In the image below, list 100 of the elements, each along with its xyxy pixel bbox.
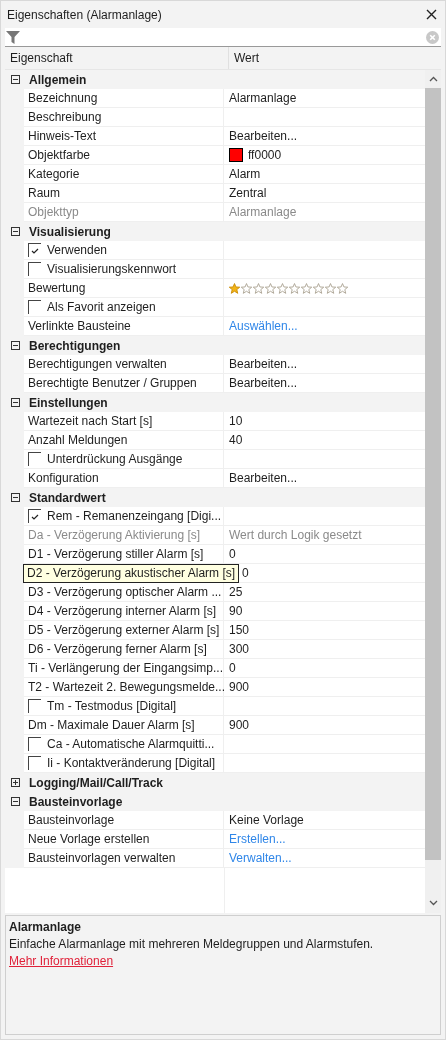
property-label: Neue Vorlage erstellen [28, 832, 150, 846]
property-label: Objektfarbe [28, 148, 91, 162]
window-title: Eigenschaften (Alarmanlage) [7, 7, 162, 22]
property-label: D3 - Verzögerung optischer Alarm ... [28, 585, 222, 599]
property-value: Zentral [229, 186, 267, 200]
property-label: Als Favorit anzeigen [47, 300, 156, 314]
property-label: Dm - Maximale Dauer Alarm [s] [28, 718, 195, 732]
property-value: Bearbeiten... [229, 471, 298, 485]
category-row[interactable]: Visualisierung [5, 222, 425, 241]
property-label: Hinweis-Text [28, 129, 96, 143]
value-cell[interactable] [224, 450, 425, 469]
checkbox[interactable] [28, 737, 41, 751]
value-cell[interactable] [224, 507, 425, 526]
property-value: 0 [229, 547, 236, 561]
value-cell[interactable] [224, 298, 425, 317]
property-label: Berechtigte Benutzer / Gruppen [28, 376, 197, 390]
value-cell[interactable] [224, 735, 425, 754]
value-cell[interactable] [224, 697, 425, 716]
checkbox[interactable] [28, 509, 41, 523]
property-value: 0 [229, 661, 236, 675]
property-label: Bezeichnung [28, 91, 98, 105]
more-info-link[interactable]: Mehr Informationen [9, 954, 114, 968]
rating-stars[interactable] [229, 282, 348, 294]
property-value: Bearbeiten... [229, 129, 298, 143]
scroll-up-icon[interactable] [428, 76, 438, 82]
property-value: 900 [229, 680, 250, 694]
property-label: Da - Verzögerung Aktivierung [s] [28, 528, 201, 542]
collapse-icon[interactable] [11, 398, 20, 407]
property-value: Keine Vorlage [229, 813, 304, 827]
checkbox[interactable] [28, 699, 41, 713]
star-icon[interactable] [337, 282, 348, 294]
checkbox[interactable] [28, 300, 41, 314]
property-label: D1 - Verzögerung stiller Alarm [s] [28, 547, 204, 561]
star-icon[interactable] [241, 282, 252, 294]
property-label: D6 - Verzögerung ferner Alarm [s] [28, 642, 207, 656]
checkbox[interactable] [28, 756, 41, 770]
clear-icon[interactable] [426, 30, 439, 44]
checkbox[interactable] [28, 262, 41, 276]
property-label: Kategorie [28, 167, 80, 181]
value-cell[interactable] [224, 108, 425, 127]
star-icon[interactable] [253, 282, 264, 294]
property-label: Bausteinvorlagen verwalten [28, 851, 176, 865]
property-value: 300 [229, 642, 250, 656]
scroll-down-icon[interactable] [428, 900, 438, 906]
checkbox[interactable] [28, 452, 41, 466]
property-value: 40 [229, 433, 243, 447]
value-cell[interactable] [224, 754, 425, 773]
color-swatch[interactable] [229, 148, 243, 162]
star-icon[interactable] [277, 282, 288, 294]
category-row[interactable]: Bausteinvorlage [5, 792, 425, 811]
close-icon[interactable] [426, 9, 437, 20]
collapse-icon[interactable] [11, 341, 20, 350]
property-label: Tm - Testmodus [Digital] [47, 699, 177, 713]
property-label: Ca - Automatische Alarmquitti... [47, 737, 215, 751]
star-icon[interactable] [313, 282, 324, 294]
tooltip: D2 - Verzögerung akustischer Alarm [s] [23, 564, 240, 583]
column-header[interactable]: Eigenschaft [5, 47, 229, 69]
property-value: Bearbeiten... [229, 357, 298, 371]
star-icon[interactable] [301, 282, 312, 294]
checkbox[interactable] [28, 243, 41, 257]
property-label: Berechtigungen verwalten [28, 357, 167, 371]
collapse-icon[interactable] [11, 797, 20, 806]
property-value: 90 [229, 604, 243, 618]
collapse-icon[interactable] [11, 493, 20, 502]
category-row[interactable]: Allgemein [5, 70, 425, 89]
property-label: T2 - Wartezeit 2. Bewegungsmelde... [28, 680, 225, 694]
property-value: 10 [229, 414, 243, 428]
property-value: Wert durch Logik gesetzt [229, 528, 362, 542]
property-label: Unterdrückung Ausgänge [47, 452, 183, 466]
star-icon[interactable] [325, 282, 336, 294]
property-label: D4 - Verzögerung interner Alarm [s] [28, 604, 217, 618]
category-row[interactable]: Logging/Mail/Call/Track [5, 773, 425, 792]
property-value: 150 [229, 623, 250, 637]
property-label: Verlinkte Bausteine [28, 319, 131, 333]
property-value: 900 [229, 718, 250, 732]
column-header[interactable]: Wert [229, 51, 260, 65]
category-row[interactable]: Einstellungen [5, 393, 425, 412]
property-value: Alarmanlage [229, 205, 297, 219]
star-icon[interactable] [289, 282, 300, 294]
star-icon[interactable] [229, 282, 240, 294]
property-label: Beschreibung [28, 110, 102, 124]
description-text: Einfache Alarmanlage mit mehreren Meldegruppen und Alarmstufen. [9, 937, 375, 951]
property-label: Wartezeit nach Start [s] [28, 414, 153, 428]
property-value: Bearbeiten... [229, 376, 298, 390]
expand-icon[interactable] [11, 778, 20, 787]
category-row[interactable]: Berechtigungen [5, 336, 425, 355]
value-cell[interactable] [224, 260, 425, 279]
collapse-icon[interactable] [11, 75, 20, 84]
filter-field[interactable] [5, 28, 441, 47]
collapse-icon[interactable] [11, 227, 20, 236]
property-value: 25 [229, 585, 243, 599]
property-label: Visualisierungskennwort [47, 262, 177, 276]
value-cell[interactable] [224, 241, 425, 260]
filter-icon [6, 30, 20, 44]
property-label: Bausteinvorlage [28, 813, 115, 827]
description-title: Alarmanlage [9, 920, 83, 934]
property-value: 0 [242, 566, 249, 580]
property-label: D5 - Verzögerung externer Alarm [s] [28, 623, 220, 637]
star-icon[interactable] [265, 282, 276, 294]
category-row[interactable]: Standardwert [5, 488, 425, 507]
